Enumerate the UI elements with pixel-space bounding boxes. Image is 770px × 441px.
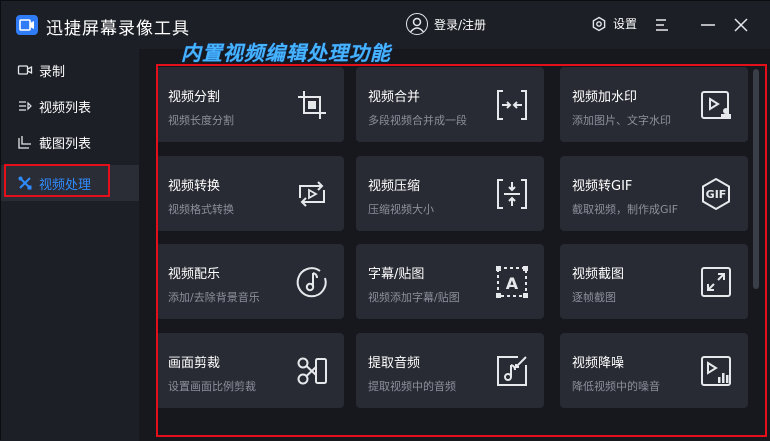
card-desc: 视频添加字幕/贴图: [368, 291, 460, 304]
gif-icon: GIF: [702, 177, 730, 211]
denoise-icon: [701, 356, 731, 386]
settings-label: 设置: [613, 17, 638, 31]
merge-icon: [497, 90, 527, 120]
sidebar-item-video-list[interactable]: 视频列表: [1, 88, 139, 124]
user-avatar-icon: [406, 13, 428, 35]
card-video-screenshot[interactable]: 视频截图 逐帧截图: [560, 244, 748, 319]
tools-icon: [18, 176, 32, 190]
screenshot-icon: [18, 136, 31, 149]
sidebar-item-label: 截图列表: [39, 136, 92, 152]
card-subtitle-sticker[interactable]: 字幕/贴图 视频添加字幕/贴图 A: [356, 244, 544, 319]
sidebar-item-screenshot-list[interactable]: 截图列表: [1, 124, 139, 160]
app-title: 迅捷屏幕录像工具: [46, 19, 190, 39]
login-label: 登录/注册: [434, 17, 487, 32]
card-title: 字幕/贴图: [368, 267, 425, 282]
card-extract-audio[interactable]: 提取音频 提取视频中的音频: [356, 333, 544, 408]
card-desc: 逐帧截图: [572, 291, 616, 304]
sidebar-item-label: 视频处理: [39, 177, 92, 193]
card-video-music[interactable]: 视频配乐 添加/去除背景音乐: [156, 244, 344, 319]
card-desc: 提取视频中的音频: [368, 380, 456, 393]
card-title: 视频转GIF: [572, 179, 633, 194]
list-icon: [19, 101, 32, 111]
card-desc: 截取视频，制作成GIF: [572, 203, 679, 216]
card-title: 视频加水印: [572, 90, 638, 105]
close-icon: [734, 18, 748, 32]
sidebar: 录制 视频列表 截图列表 视频处理: [1, 49, 139, 441]
crop-icon: [298, 91, 326, 119]
minimize-button[interactable]: [697, 14, 719, 36]
card-desc: 添加/去除背景音乐: [168, 291, 260, 304]
card-title: 视频压缩: [368, 179, 421, 194]
card-frame-crop[interactable]: 画面剪裁 设置画面比例剪裁: [156, 333, 344, 408]
sidebar-item-record[interactable]: 录制: [1, 52, 139, 88]
app-window: 迅捷屏幕录像工具 登录/注册 设置 录制 视频列表 截图列表 视频处理 视频分割…: [0, 0, 770, 441]
feature-heading: 内置视频编辑处理功能: [181, 41, 391, 65]
card-title: 视频合并: [368, 90, 421, 105]
minimize-icon: [701, 24, 715, 26]
card-title: 提取音频: [368, 356, 421, 371]
gear-icon: [592, 16, 606, 31]
card-title: 视频转换: [168, 179, 221, 194]
convert-icon: [299, 181, 325, 207]
sidebar-item-label: 视频列表: [39, 100, 92, 116]
menu-icon: [656, 19, 668, 31]
card-video-to-gif[interactable]: 视频转GIF 截取视频，制作成GIF GIF: [560, 156, 748, 231]
card-video-merge[interactable]: 视频合并 多段视频合并成一段: [356, 67, 544, 142]
watermark-icon: [701, 91, 731, 119]
music-icon: [296, 267, 327, 298]
app-logo-icon: [16, 15, 38, 35]
card-title: 画面剪裁: [168, 356, 221, 371]
card-video-denoise[interactable]: 视频降噪 降低视频中的噪音: [560, 333, 748, 408]
card-title: 视频截图: [572, 267, 625, 282]
card-video-compress[interactable]: 视频压缩 压缩视频大小: [356, 156, 544, 231]
card-video-watermark[interactable]: 视频加水印 添加图片、文字水印: [560, 67, 748, 142]
card-desc: 视频长度分割: [168, 114, 234, 127]
card-desc: 压缩视频大小: [368, 203, 434, 216]
content-scrollbar[interactable]: [753, 69, 759, 289]
card-title: 视频配乐: [168, 267, 221, 282]
subtitle-icon-text: A: [506, 274, 519, 293]
sidebar-item-label: 录制: [39, 64, 66, 80]
card-desc: 降低视频中的噪音: [572, 380, 660, 393]
card-video-convert[interactable]: 视频转换 视频格式转换: [156, 156, 344, 231]
camera-icon: [17, 65, 33, 75]
gif-icon-text: GIF: [706, 188, 727, 201]
expand-icon: [701, 267, 731, 297]
settings-button[interactable]: 设置: [591, 15, 637, 32]
card-desc: 设置画面比例剪裁: [168, 380, 256, 393]
scissors-icon: [297, 357, 327, 385]
compress-icon: [497, 179, 527, 209]
card-title: 视频降噪: [572, 356, 625, 371]
card-desc: 视频格式转换: [168, 203, 234, 216]
login-button[interactable]: 登录/注册: [406, 13, 486, 35]
sidebar-item-video-processing[interactable]: 视频处理: [1, 165, 139, 201]
menu-button[interactable]: [651, 14, 673, 36]
card-desc: 多段视频合并成一段: [368, 114, 467, 127]
extract-audio-icon: [497, 356, 527, 386]
card-video-split[interactable]: 视频分割 视频长度分割: [156, 67, 344, 142]
card-title: 视频分割: [168, 90, 221, 105]
subtitle-icon: A: [496, 266, 528, 298]
close-button[interactable]: [730, 14, 752, 36]
card-desc: 添加图片、文字水印: [572, 114, 671, 127]
